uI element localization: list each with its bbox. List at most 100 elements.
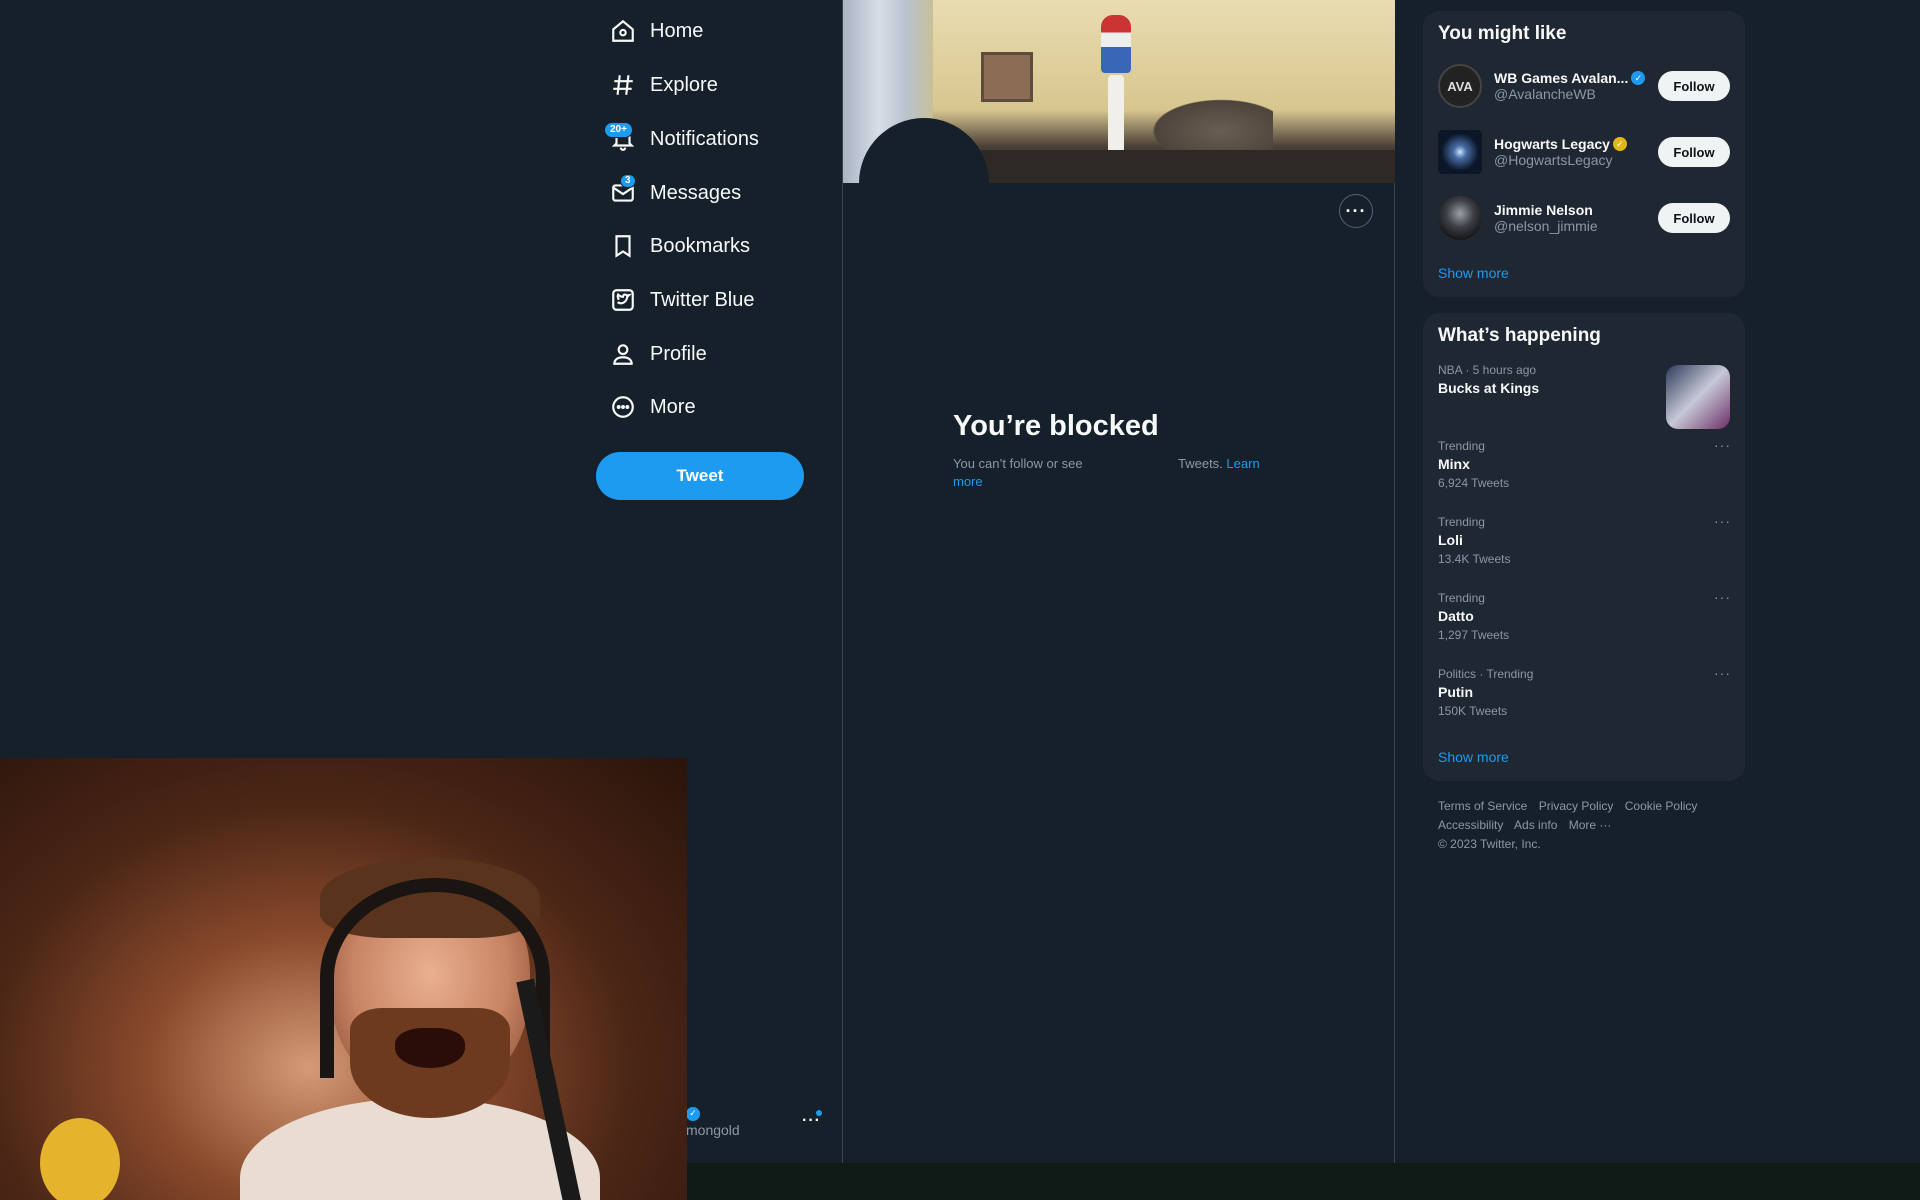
nav-label-notifications: Notifications (650, 127, 759, 150)
nav-item-home[interactable]: Home (596, 6, 703, 56)
trend-topic: Putin (1438, 684, 1473, 700)
follow-suggestion[interactable]: Hogwarts Legacy ✓ @HogwartsLegacy Follow (1423, 119, 1745, 185)
blocked-text-tweets: Tweets. (1178, 456, 1223, 471)
trend-count: 6,924 Tweets (1438, 476, 1510, 490)
who-to-follow-title: You might like (1438, 23, 1567, 44)
account-switcher-verified-icon: ✓ (686, 1103, 700, 1121)
bottom-strip (687, 1163, 1920, 1200)
nav-label-twitter-blue: Twitter Blue (650, 288, 755, 311)
banner-gnome-figure (1101, 15, 1131, 73)
follow-suggestion[interactable]: Jimmie Nelson @nelson_jimmie Follow (1423, 185, 1745, 251)
avatar[interactable]: AVA (1438, 64, 1482, 108)
nav-item-profile[interactable]: Profile (596, 329, 707, 379)
trend-item[interactable]: Trending Minx 6,924 Tweets ··· (1423, 431, 1745, 507)
bookmark-icon (596, 233, 650, 259)
more-circle-icon (596, 394, 650, 420)
trend-meta: Trending (1438, 591, 1485, 605)
verified-gold-badge-icon: ✓ (1612, 137, 1627, 151)
account-handle: @HogwartsLegacy (1494, 152, 1613, 168)
trend-topic: Datto (1438, 608, 1474, 624)
account-info: Jimmie Nelson @nelson_jimmie (1494, 202, 1658, 234)
envelope-icon: 3 (596, 174, 650, 206)
account-name: Hogwarts Legacy ✓ (1494, 136, 1658, 152)
profile-column: ··· You’re blocked You can’t follow or s… (842, 0, 1395, 1163)
trend-topic: Loli (1438, 532, 1463, 548)
profile-more-button[interactable]: ··· (1339, 194, 1373, 228)
account-name: WB Games Avalan... ✓ (1494, 70, 1658, 86)
verified-badge-icon: ✓ (1631, 71, 1646, 85)
profile-avatar[interactable] (859, 118, 989, 248)
nav-item-more[interactable]: More (596, 382, 696, 432)
trend-meta: Trending (1438, 439, 1485, 453)
nav-label-messages: Messages (650, 181, 742, 204)
avatar[interactable] (1438, 196, 1482, 240)
twitter-blue-icon (596, 287, 650, 313)
account-name-text: Hogwarts Legacy (1494, 136, 1610, 152)
account-handle: @nelson_jimmie (1494, 218, 1598, 234)
footer-link-cookie[interactable]: Cookie Policy (1625, 799, 1698, 813)
follow-suggestion[interactable]: AVA WB Games Avalan... ✓ @AvalancheWB Fo… (1423, 53, 1745, 119)
avatar[interactable] (1438, 130, 1482, 174)
trend-more-icon[interactable]: ··· (1714, 665, 1731, 681)
trend-more-icon[interactable]: ··· (1714, 437, 1731, 453)
blocked-text: You can’t follow or see (953, 456, 1083, 471)
trend-meta: Trending (1438, 515, 1485, 529)
bell-icon: 20+ (596, 122, 650, 152)
learn-more-link-text-2: more (953, 474, 983, 489)
sidebar-footer: Terms of Service Privacy Policy Cookie P… (1423, 797, 1745, 854)
whats-happening-title: What’s happening (1438, 325, 1601, 346)
follow-button[interactable]: Follow (1658, 71, 1730, 101)
nav-label-explore: Explore (650, 73, 718, 96)
blocked-message: You can’t follow or see Tweets. Learn mor… (953, 455, 1293, 491)
footer-link-privacy[interactable]: Privacy Policy (1539, 799, 1614, 813)
blocked-notice: You’re blocked You can’t follow or see T… (953, 410, 1293, 491)
webcam-plush-duck (40, 1118, 120, 1200)
trend-item[interactable]: Trending Loli 13.4K Tweets ··· (1423, 507, 1745, 583)
nav-label-home: Home (650, 19, 704, 42)
blocked-title: You’re blocked (953, 410, 1159, 442)
account-info: WB Games Avalan... ✓ @AvalancheWB (1494, 70, 1658, 102)
account-name-text: Jimmie Nelson (1494, 202, 1593, 218)
footer-copyright: © 2023 Twitter, Inc. (1438, 837, 1541, 851)
banner-cat (1143, 95, 1273, 155)
account-name: Jimmie Nelson (1494, 202, 1658, 218)
featured-trend[interactable]: NBA · 5 hours ago Bucks at Kings (1423, 355, 1745, 431)
nav-label-bookmarks: Bookmarks (650, 234, 751, 257)
account-handle: @AvalancheWB (1494, 86, 1596, 102)
account-switcher-unread-dot (816, 1110, 822, 1116)
nav-label-profile: Profile (650, 342, 707, 365)
footer-link-more[interactable]: More ··· (1569, 818, 1612, 832)
trend-meta: Politics · Trending (1438, 667, 1534, 681)
trend-item[interactable]: Politics · Trending Putin 150K Tweets ··… (1423, 659, 1745, 735)
who-to-follow-card: You might like AVA WB Games Avalan... ✓ … (1423, 11, 1745, 297)
tweet-button[interactable]: Tweet (596, 452, 804, 500)
person-icon (596, 341, 650, 367)
trend-more-icon[interactable]: ··· (1714, 513, 1731, 529)
messages-badge: 3 (620, 174, 636, 188)
footer-link-terms[interactable]: Terms of Service (1438, 799, 1527, 813)
account-switcher-handle[interactable]: mongold (686, 1122, 740, 1138)
learn-more-link-text: Learn (1226, 456, 1260, 471)
nav-item-notifications[interactable]: 20+ Notifications (596, 114, 759, 164)
trend-item[interactable]: Trending Datto 1,297 Tweets ··· (1423, 583, 1745, 659)
who-to-follow-show-more-link[interactable]: Show more (1423, 251, 1745, 297)
footer-link-ads-info[interactable]: Ads info (1514, 818, 1557, 832)
trend-count: 1,297 Tweets (1438, 628, 1510, 642)
banner-shelf (973, 150, 1395, 183)
hashtag-icon (596, 72, 650, 98)
follow-button[interactable]: Follow (1658, 137, 1730, 167)
follow-button[interactable]: Follow (1658, 203, 1730, 233)
nav-item-messages[interactable]: 3 Messages (596, 168, 741, 218)
trend-more-icon[interactable]: ··· (1714, 589, 1731, 605)
nav-item-bookmarks[interactable]: Bookmarks (596, 221, 750, 271)
account-info: Hogwarts Legacy ✓ @HogwartsLegacy (1494, 136, 1658, 168)
nav-item-explore[interactable]: Explore (596, 60, 718, 110)
nav-item-twitter-blue[interactable]: Twitter Blue (596, 275, 754, 325)
whats-happening-show-more-link[interactable]: Show more (1423, 735, 1745, 781)
trend-thumbnail-image (1666, 365, 1730, 429)
banner-picture-frame (981, 52, 1033, 102)
banner-stand (1108, 75, 1124, 153)
footer-link-accessibility[interactable]: Accessibility (1438, 818, 1503, 832)
notifications-badge: 20+ (604, 122, 633, 138)
twitter-page: Home Explore 20+ Notifications 3 Message… (0, 0, 1920, 1200)
